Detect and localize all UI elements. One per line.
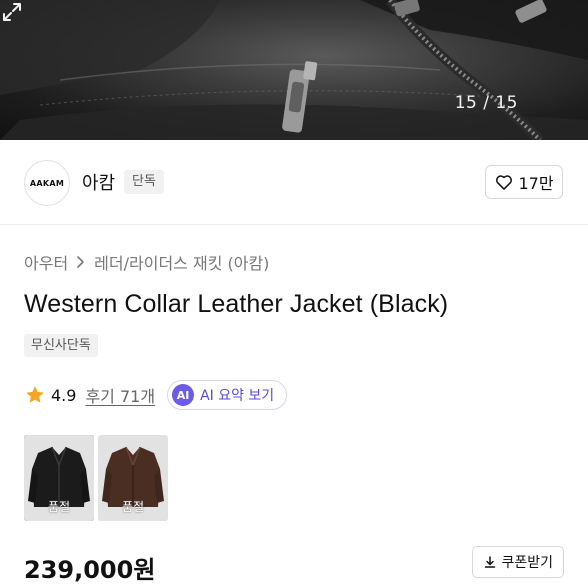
like-count: 17만	[518, 174, 554, 193]
color-variants: 품절 품절	[24, 435, 168, 521]
brand-exclusive-badge: 단독	[124, 170, 164, 194]
product-price: 239,000원	[24, 556, 156, 584]
ai-summary-button[interactable]: AI AI 요약 보기	[167, 380, 288, 410]
brand-logo[interactable]: AAKAM	[24, 160, 70, 206]
coupon-button[interactable]: 쿠폰받기	[472, 546, 564, 578]
download-icon	[485, 556, 496, 568]
breadcrumb: 아우터 레더/라이더스 재킷 (아캄)	[24, 250, 269, 274]
exclusive-tag: 무신사단독	[24, 334, 98, 357]
brand-name[interactable]: 아캄	[82, 169, 115, 195]
rating-row: 4.9 후기 71개 AI AI 요약 보기	[24, 380, 288, 410]
reviews-link[interactable]: 후기 71개	[85, 383, 155, 407]
coupon-label: 쿠폰받기	[501, 555, 553, 571]
variant-thumb-brown[interactable]: 품절	[98, 435, 168, 521]
star-icon	[26, 386, 44, 403]
leather-jacket-photo	[0, 0, 588, 140]
soldout-label: 품절	[47, 500, 71, 514]
like-button[interactable]: 17만	[485, 165, 563, 199]
expand-icon[interactable]	[0, 0, 24, 24]
ai-icon: AI	[172, 384, 195, 406]
heart-icon	[496, 175, 513, 190]
brand-logo-text: AAKAM	[29, 178, 65, 188]
soldout-label: 품절	[121, 500, 145, 514]
variant-thumb-black[interactable]: 품절	[24, 435, 94, 521]
breadcrumb-category[interactable]: 아우터	[24, 250, 68, 274]
breadcrumb-subcategory[interactable]: 레더/라이더스 재킷 (아캄)	[94, 250, 269, 274]
brand-row: AAKAM 아캄 단독 17만	[0, 140, 588, 225]
chevron-right-icon	[77, 256, 84, 268]
product-image-gallery[interactable]: 15 / 15	[0, 0, 588, 140]
ai-summary-label: AI 요약 보기	[200, 388, 275, 404]
product-title: Western Collar Leather Jacket (Black)	[24, 290, 449, 318]
image-counter: 15 / 15	[454, 93, 518, 113]
rating-value: 4.9	[51, 385, 77, 405]
